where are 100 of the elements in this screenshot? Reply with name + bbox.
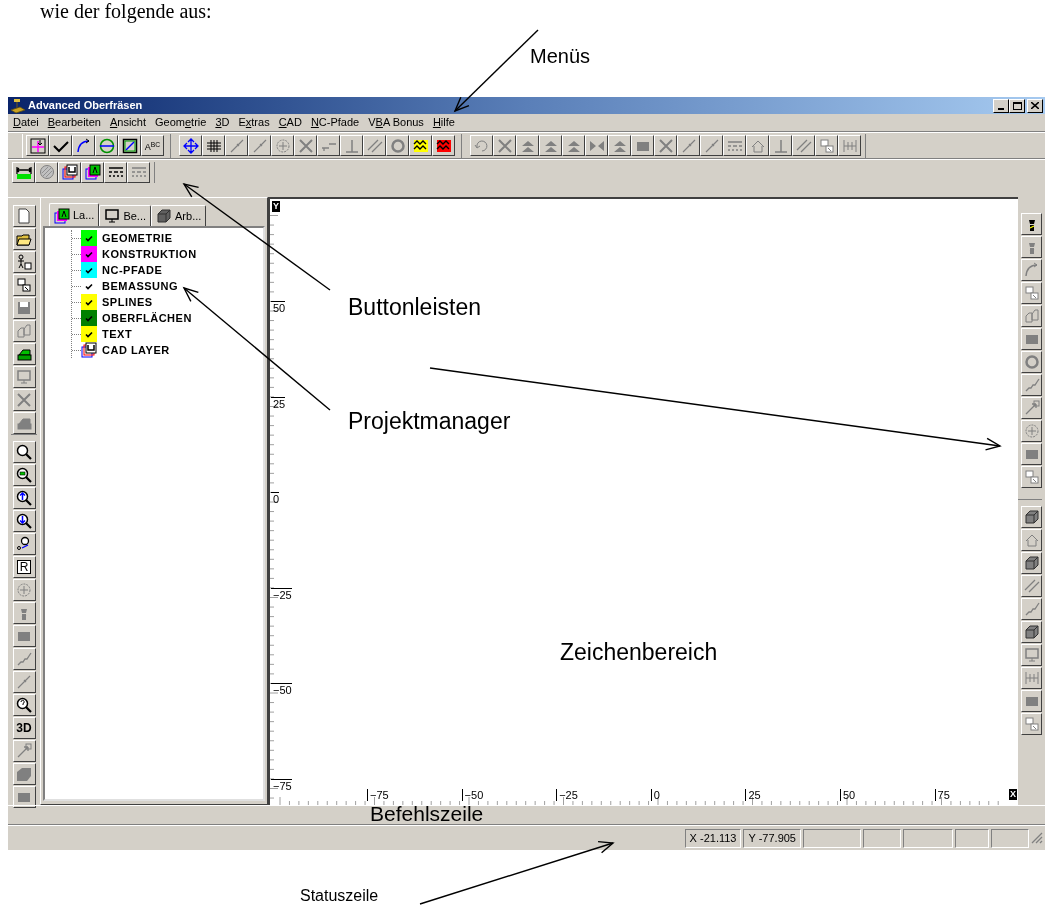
tree-item[interactable]: SPLINES [102,293,153,311]
ruler-label: 50 [271,301,286,314]
toolbar-button[interactable] [58,161,81,183]
tree-item[interactable]: NC-PFADE [102,261,163,279]
monitor-icon [104,208,121,224]
cross-icon [657,137,674,154]
menu-item[interactable]: Datei [10,115,42,130]
arrow-icon [1023,400,1040,416]
undo-icon [473,137,490,154]
toolbar-button[interactable] [12,343,36,365]
resize-grip-icon[interactable] [1031,832,1043,844]
parallel-icon [795,137,812,154]
status-panel [955,828,989,848]
minimize-button[interactable] [993,98,1009,113]
menu-item[interactable]: Bearbeiten [44,115,104,130]
toolbar-button[interactable] [12,464,36,486]
dimension-icon [15,164,32,180]
toolbar-button[interactable] [81,161,104,183]
tree-item[interactable]: TEXT [102,325,133,343]
ruler-label: 0 [271,492,280,505]
prism-icon [16,766,32,782]
toolbar-button[interactable] [72,135,95,156]
toolbar-button[interactable] [49,135,72,156]
toolbar-button[interactable] [12,274,36,296]
toolbar-button[interactable] [12,251,36,273]
menu-item[interactable]: VBA Bonus [365,115,427,130]
circle-icon [274,137,291,154]
status-panel [903,828,953,848]
ruler-label: −75 [367,789,389,801]
menu-item[interactable]: Ansicht [106,115,149,130]
menu-item[interactable]: 3D [212,115,233,130]
tree-item[interactable]: CAD LAYER [102,341,170,359]
status-field: Y -77.905 [743,828,801,848]
tree-item[interactable]: KONSTRUKTION [102,245,197,263]
maximize-button[interactable] [1009,98,1025,113]
dashed-lines-icon [130,164,147,180]
toolbar-button[interactable] [12,161,35,183]
ring-icon [389,137,406,154]
square-icon [121,137,138,154]
perpendicular-icon [343,137,360,154]
layers-icon [81,342,97,358]
toolbar-button[interactable] [26,135,49,156]
toolbar-button[interactable] [104,161,127,183]
tab[interactable]: La... [49,203,100,227]
toolbar-button[interactable] [12,487,36,509]
status-panel [863,828,901,848]
menu-item[interactable]: Geometrie [152,115,210,130]
minimize-icon [998,107,1004,110]
annotation-label: Menüs [530,46,591,66]
status-panel [991,828,1029,848]
toolbar-button[interactable] [12,694,36,716]
toolbar-button[interactable] [202,135,225,156]
arrow-icon [16,743,32,759]
parallel-icon [366,137,383,154]
arc-icon [1023,262,1040,278]
toolbar-button[interactable] [12,510,36,532]
toolbar-button[interactable] [95,135,118,156]
cube-icon [1023,509,1040,525]
dashed-lines-icon [107,164,124,180]
toolbar-button[interactable] [409,135,432,156]
magnifier-icon [16,697,32,713]
cube-icon [1023,624,1040,640]
annotation-label: Befehlszeile [370,803,484,824]
line-icon [16,674,32,690]
close-button[interactable] [1027,98,1043,113]
circle-icon [1023,423,1040,439]
toolbar-button[interactable] [12,205,36,227]
ruler-label: 25 [745,789,761,801]
menu-item[interactable]: CAD [275,115,305,130]
toolbar-button[interactable] [432,135,455,156]
tree-item[interactable]: BEMASSUNG [102,277,178,295]
tree-item[interactable]: OBERFLÄCHEN [102,309,192,327]
hatch-icon [435,137,452,154]
tab[interactable]: Be... [99,205,152,226]
stairs-icon [1023,377,1040,393]
tree-item[interactable]: GEOMETRIE [102,229,173,247]
toolbar-button[interactable]: R [12,556,36,578]
toolbar-button[interactable] [179,135,202,156]
toolbar-button[interactable] [12,228,36,250]
menu-item[interactable]: NC-Pfade [307,115,363,130]
ruler-label: −25 [271,587,292,601]
cube-icon [1023,555,1040,571]
layers-icon [54,207,70,224]
cross-icon [496,137,513,154]
router-icon [10,97,26,114]
ruler-label: 0 [650,789,660,801]
magnifier-icon [16,536,32,552]
tab[interactable]: Arb... [151,205,207,226]
perpendicular-icon [772,137,789,154]
ring-icon [1023,354,1040,370]
toolbar-button[interactable]: 3D [12,717,36,739]
menu-item[interactable]: Extras [235,115,273,130]
folder-icon [16,231,32,247]
circle-icon [98,137,115,154]
toolbar-button[interactable] [12,441,36,463]
toolbar-button[interactable] [1021,213,1042,235]
person-icon [16,254,32,270]
toolbar-button[interactable] [118,135,141,156]
toolbar-button[interactable] [12,533,36,555]
menu-item[interactable]: Hilfe [429,115,458,130]
